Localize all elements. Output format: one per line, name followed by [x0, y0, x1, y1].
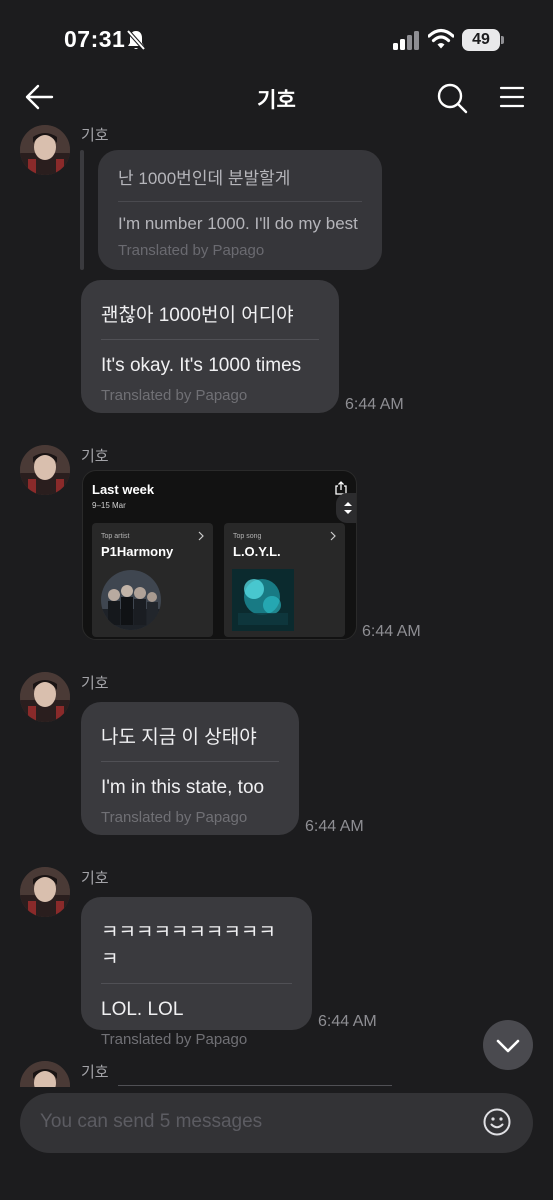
- quoted-translation: I'm number 1000. I'll do my best: [118, 214, 358, 233]
- quoted-message[interactable]: 난 1000번인데 분발할게 I'm number 1000. I'll do …: [98, 150, 382, 270]
- message-translation: LOL. LOL: [101, 999, 184, 1020]
- sender-name: 기호: [81, 448, 109, 465]
- chat-header: 기호: [0, 70, 553, 126]
- divider: [118, 1085, 392, 1086]
- avatar[interactable]: [20, 1061, 70, 1087]
- message-timestamp: 6:44 AM: [345, 396, 404, 413]
- message-input-placeholder: You can send 5 messages: [40, 1111, 263, 1132]
- card-date: 9–15 Mar: [92, 501, 126, 510]
- music-stats-card[interactable]: Last week 9–15 Mar Top artist P1Harmony: [82, 470, 357, 640]
- avatar[interactable]: [20, 445, 70, 495]
- message-input[interactable]: You can send 5 messages: [20, 1093, 533, 1153]
- wifi-icon: [428, 28, 454, 49]
- tile-caption: Top song: [233, 533, 262, 540]
- chevron-right-icon: [330, 531, 336, 541]
- divider: [101, 983, 292, 984]
- message-translation: It's okay. It's 1000 times: [101, 355, 302, 376]
- card-title: Last week: [92, 482, 155, 497]
- bell-slash-icon: [126, 29, 146, 51]
- message-original: 괜찮아 1000번이 어디야: [101, 305, 294, 326]
- avatar[interactable]: [20, 672, 70, 722]
- message-timestamp: 6:44 AM: [362, 623, 421, 640]
- partial-message: 기호: [0, 1055, 553, 1087]
- chat-title: 기호: [257, 89, 296, 112]
- tile-name: P1Harmony: [101, 544, 174, 559]
- scroll-indicator[interactable]: [336, 493, 356, 523]
- artist-photo: [101, 570, 161, 630]
- battery-tip: [501, 36, 504, 44]
- chevron-right-icon: [198, 531, 204, 541]
- message-original: ㅋㅋㅋㅋㅋㅋㅋㅋㅋㅋㅋ: [101, 922, 276, 970]
- status-time: 07:31: [64, 26, 126, 52]
- reply-bar: [80, 150, 84, 270]
- sender-name: 기호: [81, 1064, 109, 1081]
- emoji-icon[interactable]: [482, 1107, 512, 1137]
- top-song-tile[interactable]: Top song L.O.Y.L.: [224, 523, 345, 637]
- signal-icon: [393, 31, 419, 50]
- scroll-down-button[interactable]: [483, 1020, 533, 1070]
- message-bubble[interactable]: ㅋㅋㅋㅋㅋㅋㅋㅋㅋㅋㅋ LOL. LOL Translated by Papag…: [81, 897, 312, 1048]
- message-original: 나도 지금 이 상태야: [101, 727, 257, 748]
- papago-note: Translated by Papago: [101, 1031, 248, 1048]
- sender-name: 기호: [81, 675, 109, 692]
- search-icon[interactable]: [436, 82, 468, 114]
- message-timestamp: 6:44 AM: [318, 1013, 377, 1030]
- chevron-down-icon: [496, 1039, 520, 1053]
- quoted-original: 난 1000번인데 분발할게: [118, 169, 291, 188]
- message-bubble[interactable]: 나도 지금 이 상태야 I'm in this state, too Trans…: [81, 702, 299, 835]
- message-bubble[interactable]: 괜찮아 1000번이 어디야 It's okay. It's 1000 time…: [81, 280, 339, 413]
- sender-name: 기호: [81, 870, 109, 887]
- battery-indicator: 49: [462, 29, 504, 51]
- top-artist-tile[interactable]: Top artist P1Harmony: [92, 523, 213, 637]
- menu-icon[interactable]: [498, 84, 526, 110]
- tile-caption: Top artist: [101, 533, 130, 540]
- message-translation: I'm in this state, too: [101, 777, 265, 798]
- sort-arrows-icon: [344, 502, 352, 514]
- tile-name: L.O.Y.L.: [233, 544, 281, 559]
- divider: [118, 201, 362, 202]
- battery-level: 49: [462, 29, 500, 51]
- papago-note: Translated by Papago: [101, 387, 248, 404]
- avatar[interactable]: [20, 125, 70, 175]
- sender-name: 기호: [81, 127, 109, 144]
- papago-note: Translated by Papago: [118, 242, 265, 259]
- avatar[interactable]: [20, 867, 70, 917]
- message-timestamp: 6:44 AM: [305, 818, 364, 835]
- divider: [101, 339, 319, 340]
- divider: [101, 761, 279, 762]
- status-bar: 07:31 49: [0, 0, 553, 80]
- song-cover: [232, 569, 294, 631]
- papago-note: Translated by Papago: [101, 809, 248, 826]
